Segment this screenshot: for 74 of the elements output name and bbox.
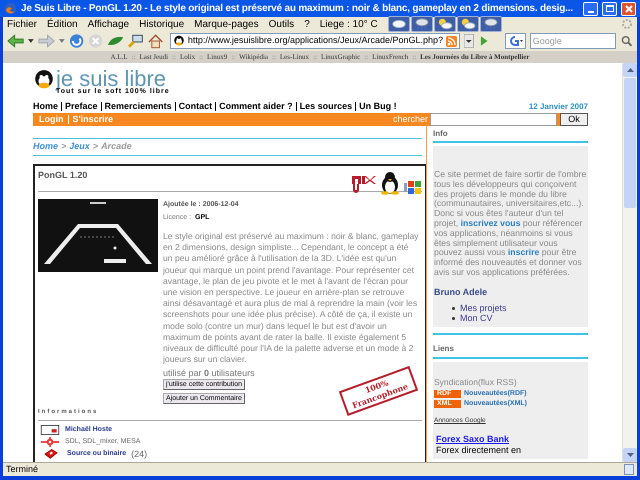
nav-link[interactable]: Les sources bbox=[300, 100, 352, 113]
ok-button[interactable]: Ok bbox=[560, 113, 588, 126]
author-link[interactable]: Mon CV bbox=[460, 313, 493, 324]
scroll-down-icon[interactable] bbox=[626, 453, 634, 457]
ad-title-link[interactable]: Forex Saxo Bank bbox=[434, 434, 587, 445]
nav-link[interactable]: Preface bbox=[65, 100, 98, 113]
rss-icon[interactable] bbox=[446, 36, 458, 46]
g-logo-icon bbox=[507, 35, 524, 47]
leaf-icon[interactable] bbox=[107, 35, 124, 47]
close-icon bbox=[624, 4, 632, 12]
cloud-icon bbox=[388, 16, 410, 32]
scroll-up-icon[interactable] bbox=[626, 68, 634, 72]
caret-icon[interactable] bbox=[28, 39, 34, 43]
site-logo: je suis libre bbox=[56, 69, 166, 89]
status-text: Terminé bbox=[6, 462, 40, 476]
screen-icon[interactable] bbox=[128, 34, 144, 48]
links-heading: Liens bbox=[433, 335, 588, 360]
author-link[interactable]: Mes projets bbox=[460, 303, 507, 314]
weather-label: Liege : 10° C bbox=[320, 18, 378, 32]
minimize-button[interactable] bbox=[583, 2, 598, 16]
bullet-icon bbox=[452, 306, 455, 310]
penguin-logo-icon bbox=[33, 69, 55, 91]
author-name: Bruno Adele bbox=[434, 286, 488, 299]
syndication-label: Syndication(flux RSS) bbox=[434, 376, 518, 390]
browser-logo-icon bbox=[4, 2, 17, 15]
site-search-field[interactable] bbox=[430, 113, 557, 126]
nav-link[interactable]: Contact bbox=[178, 100, 212, 113]
penguin-icon bbox=[379, 171, 401, 195]
menu-item[interactable]: Affichage bbox=[88, 16, 130, 32]
window-title: Je Suis Libre - PonGL 1.20 - Le style original est préservé au maximum : noir & blanc, gameplay en 2 dimensions. desig... bbox=[21, 2, 573, 16]
signup-link[interactable]: inscrire bbox=[508, 247, 540, 258]
menu-item[interactable]: Historique bbox=[139, 16, 184, 32]
vertical-scrollbar[interactable] bbox=[622, 63, 637, 462]
breadcrumb-separator: > bbox=[61, 140, 66, 154]
dropdown-caret-icon[interactable] bbox=[464, 34, 474, 48]
windows-flag-icon bbox=[404, 179, 422, 195]
usage-text: utilisé par 0 utilisateurs bbox=[163, 368, 256, 378]
rain-cloud-icon bbox=[480, 16, 502, 32]
signup-link[interactable]: inscrivez vous bbox=[460, 218, 520, 228]
breadcrumb-separator: > bbox=[92, 140, 98, 154]
search-engine-button[interactable] bbox=[504, 33, 526, 49]
close-button[interactable] bbox=[621, 2, 636, 16]
home-icon[interactable] bbox=[148, 34, 163, 48]
sun-cloud-icon bbox=[434, 16, 456, 32]
site-icon bbox=[172, 35, 185, 47]
menu-item[interactable]: Fichier bbox=[7, 16, 38, 32]
nav-link[interactable]: Remerciements bbox=[104, 100, 172, 113]
menu-item[interactable]: Outils bbox=[268, 16, 294, 32]
search-field[interactable]: Google bbox=[530, 33, 616, 49]
page-icon bbox=[624, 464, 634, 475]
rain-cloud-icon bbox=[410, 16, 433, 32]
address-field[interactable]: http://www.jesuislibre.org/applications/Jeux/Arcade/PonGL.php? bbox=[170, 33, 460, 49]
menu-item[interactable]: ? bbox=[304, 16, 310, 32]
sun-cloud-icon bbox=[456, 16, 479, 32]
bullet-icon bbox=[452, 316, 455, 320]
menu-item[interactable]: Marque-pages bbox=[194, 16, 259, 32]
download-count: (24) bbox=[131, 448, 148, 459]
nav-link[interactable]: Un Bug ! bbox=[359, 100, 397, 113]
reload-icon[interactable] bbox=[68, 33, 84, 49]
ad-text: Forex directement en bbox=[435, 444, 522, 455]
article-title: PonGL 1.20 bbox=[38, 169, 88, 182]
maximize-button[interactable] bbox=[602, 2, 617, 16]
magnifier-icon[interactable] bbox=[620, 34, 634, 48]
search-label: chercher bbox=[392, 112, 429, 126]
back-arrow-icon[interactable] bbox=[7, 34, 24, 48]
date-label: 12 Janvier 2007 bbox=[528, 101, 588, 113]
info-heading: Info bbox=[433, 128, 588, 143]
description-text: Le style original est préservé au maximum : noir & blanc, gameplay en 2 dimensions, design simpliste... Cependant, le concept a été un peu amélioré grâce à l'utilisation de la 3D. L'idée est qu'un joueur qui marque un point prend l'avantage. Pour représenter cet avantage, le plan de jeu pivote et le met à l'avant de l'écran pour une vision en perspective. Le joueur en arrière-plan se retrouve ainsi désavantagé et aura plus de mal à reprendre la main (voir les screenshots pour une idée plus précise). A côté de ça, il existe un mode solo (contre un mur) dans lequel le but est d'avoir un maximum de points avant de rater la balle. Il existe également 5 niveaux de difficulté pour l'IA de la palette adverse et un mode à 2 joueurs sur un clavier. bbox=[163, 231, 420, 366]
menu-item[interactable]: Édition bbox=[47, 16, 78, 32]
throbber-icon bbox=[621, 18, 633, 30]
nav-link[interactable]: Comment aider ? bbox=[219, 100, 293, 113]
info-text: Ce site permet de faire sortir de l'ombre tous les développeurs qui conçoivent des projets dans le monde du libre (communautaires, universitaires,etc...). Donc si vous êtes l'auteur d'un tel projet, inscrivez vous pour référencer vos applications, néanmoins si vous êtes simplement utilisateur vous pouvez aussi vous inscrire pour être informé des nouveautés et donner vos avis sur vos applications préférées. bbox=[434, 170, 587, 278]
nav-link[interactable]: Home bbox=[33, 100, 58, 113]
id-card-icon bbox=[40, 424, 60, 435]
